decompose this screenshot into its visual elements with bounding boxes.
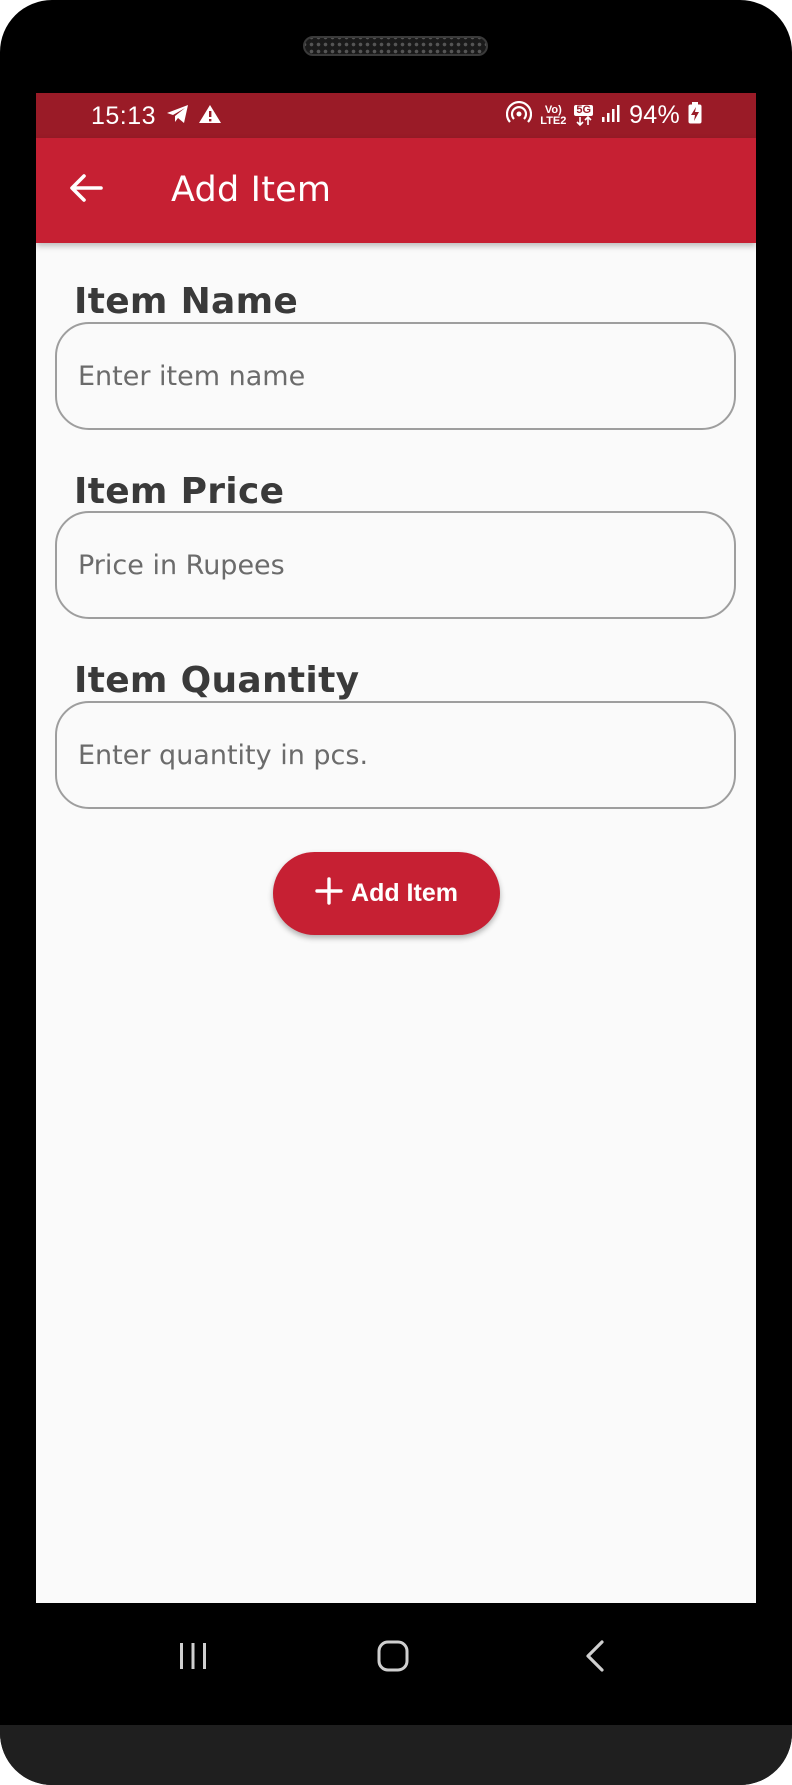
telegram-icon	[166, 104, 190, 129]
item-name-input[interactable]	[55, 322, 736, 430]
status-system-icons: Vo) LTE2 5G 94%	[506, 100, 702, 130]
phone-frame: 15:13 Vo) LTE2 5G 94% Add Item Item Name…	[0, 0, 792, 1785]
home-icon	[376, 1639, 410, 1678]
item-price-label: Item Price	[74, 471, 285, 512]
recent-apps-button[interactable]	[158, 1623, 228, 1693]
item-price-input[interactable]	[55, 511, 736, 619]
battery-percent: 94%	[629, 101, 680, 129]
status-notification-icons	[166, 104, 222, 129]
signal-icon	[601, 103, 621, 128]
item-quantity-input[interactable]	[55, 701, 736, 809]
page-title: Add Item	[171, 170, 332, 210]
network-type-label: 5G	[574, 104, 594, 116]
battery-charging-icon	[688, 102, 702, 129]
item-quantity-label: Item Quantity	[74, 660, 360, 701]
back-button[interactable]	[64, 168, 108, 212]
status-bar: 15:13 Vo) LTE2 5G 94%	[36, 93, 756, 138]
status-time: 15:13	[91, 102, 157, 130]
app-bar: Add Item	[36, 138, 756, 243]
item-name-label: Item Name	[74, 281, 299, 322]
add-item-button[interactable]: Add Item	[273, 852, 500, 935]
lte-label: LTE2	[540, 114, 567, 127]
plus-icon	[315, 877, 343, 910]
volte-icon: Vo) LTE2	[540, 103, 567, 127]
home-button[interactable]	[358, 1623, 428, 1693]
phone-bottom-chin	[0, 1725, 792, 1785]
app-screen: 15:13 Vo) LTE2 5G 94% Add Item Item Name…	[36, 93, 756, 1603]
5g-data-icon: 5G	[574, 104, 594, 126]
system-navigation-bar	[0, 1603, 792, 1723]
volte-label: Vo)	[544, 103, 562, 116]
hotspot-icon	[506, 100, 533, 130]
warning-icon	[198, 104, 222, 129]
arrow-back-icon	[69, 173, 103, 208]
add-item-button-label: Add Item	[351, 879, 458, 907]
back-icon	[583, 1639, 607, 1678]
nav-back-button[interactable]	[560, 1623, 630, 1693]
recent-apps-icon	[177, 1641, 209, 1676]
earpiece-speaker	[303, 36, 488, 56]
